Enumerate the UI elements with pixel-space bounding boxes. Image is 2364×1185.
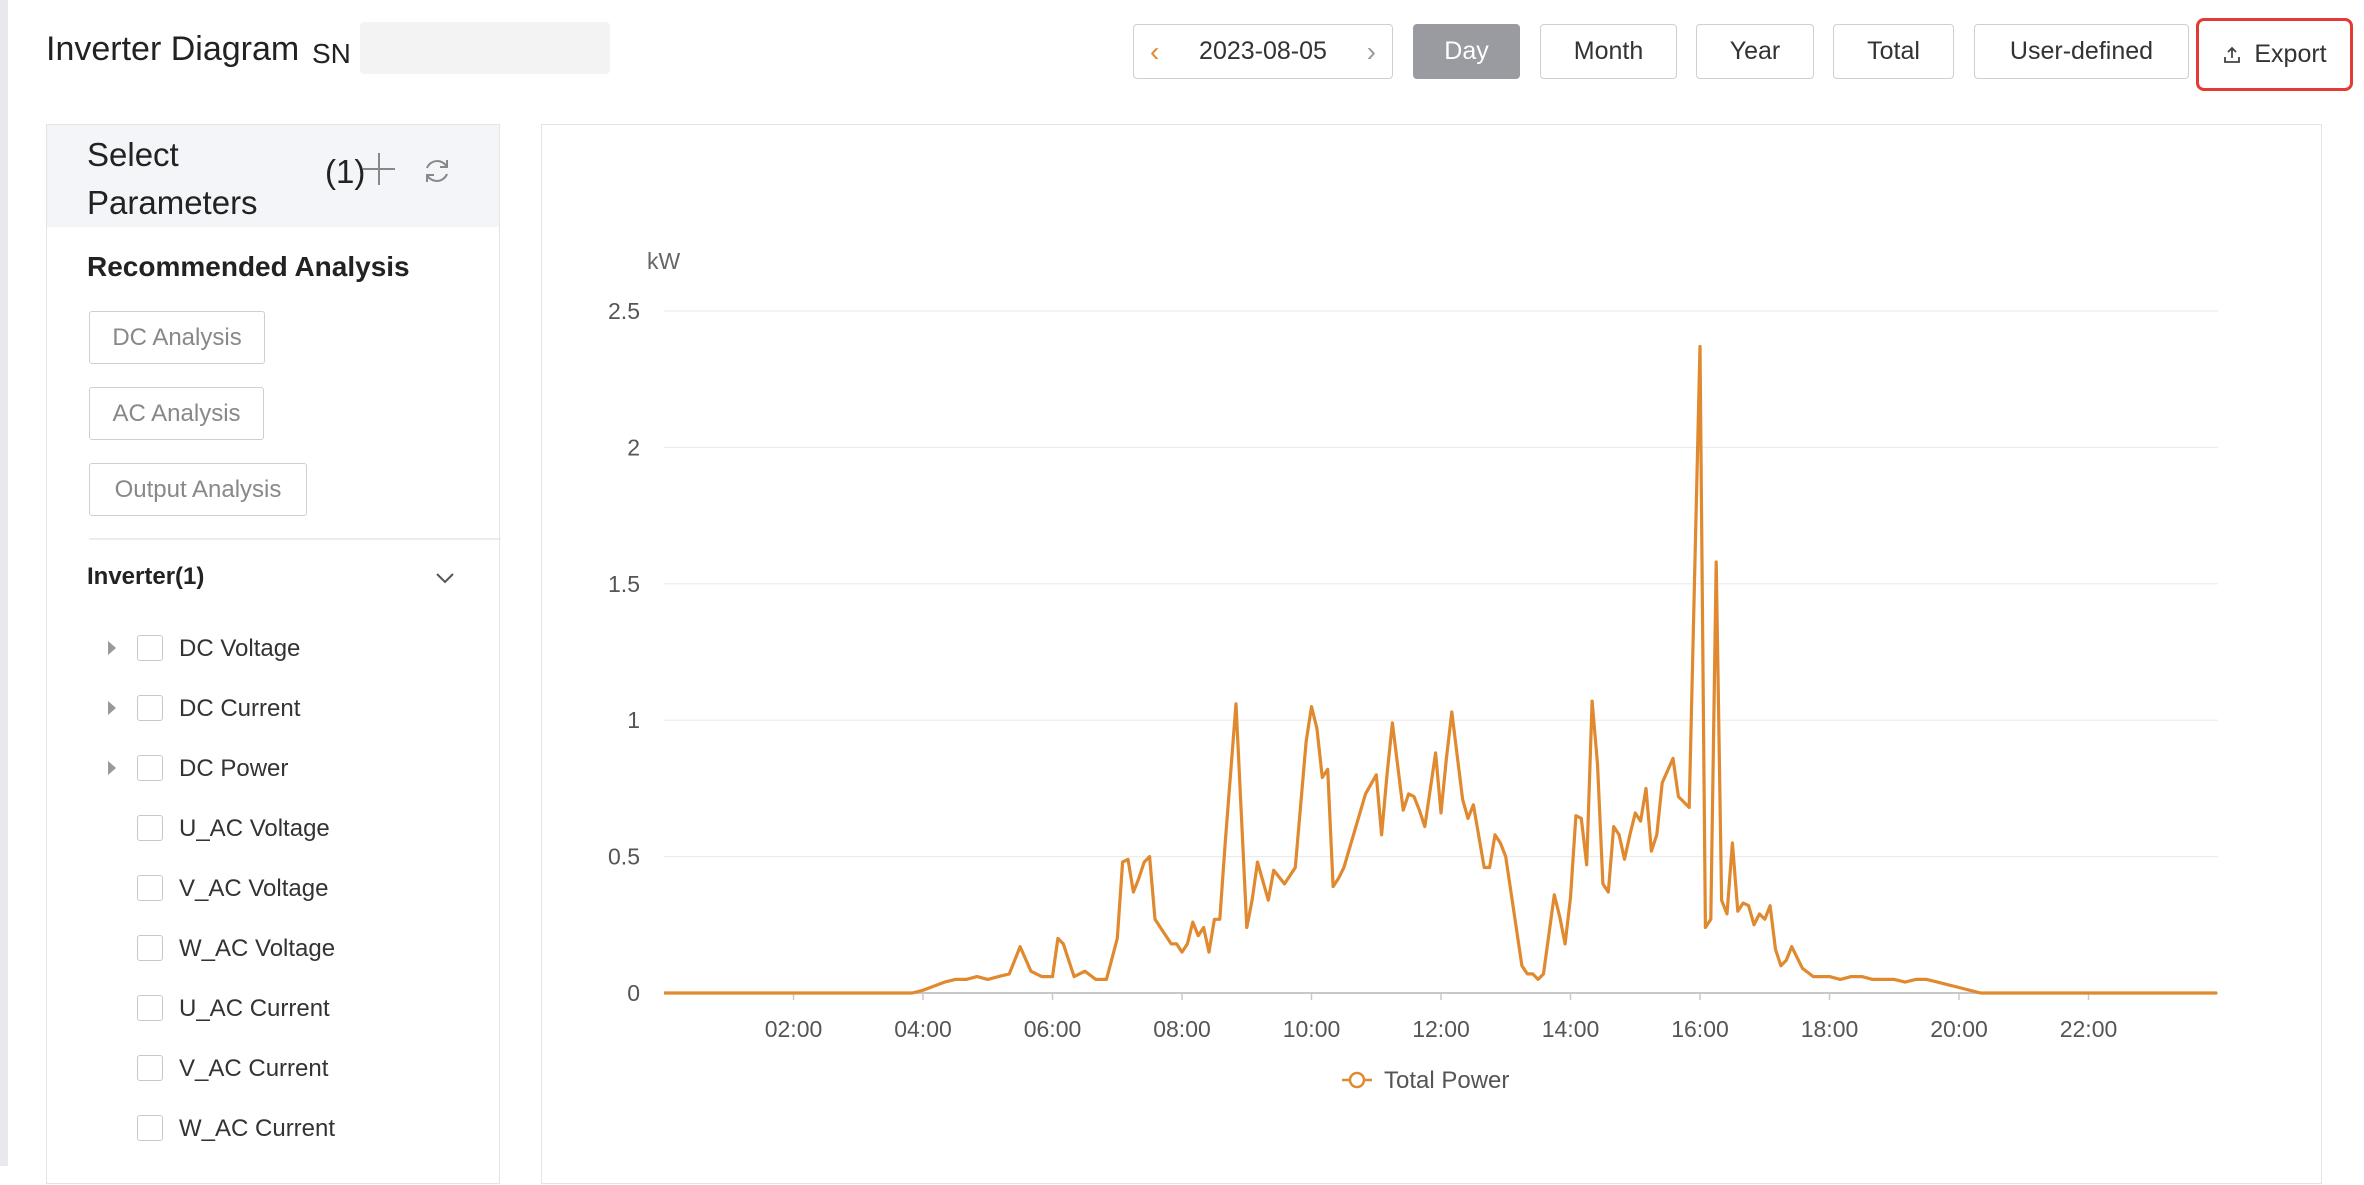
period-user-defined-button[interactable]: User-defined [1974,24,2189,79]
x-tick-label: 22:00 [2060,1016,2118,1042]
param-label: W_AC Current [179,1115,336,1142]
param-item-w-ac-voltage[interactable]: W_AC Voltage [47,929,501,969]
param-label: U_AC Voltage [179,815,330,842]
period-month-button[interactable]: Month [1540,24,1677,79]
legend-marker [1348,1071,1366,1089]
param-label: U_AC Current [179,995,330,1022]
output-analysis-button[interactable]: Output Analysis [89,463,307,516]
legend-label: Total Power [1384,1067,1509,1094]
x-tick-label: 14:00 [1542,1016,1600,1042]
parameter-panel-title: Select Parameters [87,136,258,221]
x-tick-label: 04:00 [894,1016,952,1042]
recommended-analysis-title: Recommended Analysis [87,251,410,282]
y-unit-label: kW [647,248,681,274]
chevron-down-icon[interactable] [435,571,455,590]
upload-icon [2222,45,2242,65]
checkbox[interactable] [137,695,163,721]
date-value[interactable]: 2023-08-05 [1188,37,1338,66]
parameter-panel-header: Select Parameters (1) [47,125,499,227]
checkbox[interactable] [137,815,163,841]
ac-analysis-button[interactable]: AC Analysis [89,387,264,440]
checkbox[interactable] [137,875,163,901]
y-tick-label: 1 [627,707,640,733]
checkbox[interactable] [137,1115,163,1141]
series-line-total-power [664,344,2217,995]
param-item-dc-voltage[interactable]: DC Voltage [47,629,501,669]
param-item-dc-power[interactable]: DC Power [47,749,501,789]
chevron-right-icon[interactable]: › [1367,37,1376,66]
period-day-button[interactable]: Day [1413,24,1520,79]
x-tick-label: 12:00 [1412,1016,1470,1042]
param-label: DC Power [179,755,289,782]
expand-arrow-icon[interactable] [108,761,116,775]
expand-arrow-icon[interactable] [108,641,116,655]
checkbox[interactable] [137,755,163,781]
param-item-w-ac-current[interactable]: W_AC Current [47,1109,501,1149]
export-label: Export [2254,40,2327,68]
power-line-chart[interactable]: kW 0 0.5 1 1.5 2 2.5 02:00 04:00 06:00 08:00 10:00 1… [542,125,2323,1185]
param-item-v-ac-voltage[interactable]: V_AC Voltage [47,869,501,909]
chevron-left-icon[interactable]: ‹ [1150,37,1159,66]
checkbox[interactable] [137,935,163,961]
add-icon[interactable] [359,149,399,194]
x-tick-label: 20:00 [1930,1016,1988,1042]
refresh-icon[interactable] [421,155,453,192]
param-label: V_AC Current [179,1055,329,1082]
x-tick-label: 10:00 [1283,1016,1341,1042]
period-year-button[interactable]: Year [1696,24,1814,79]
param-item-dc-current[interactable]: DC Current [47,689,501,729]
checkbox[interactable] [137,635,163,661]
checkbox[interactable] [137,1055,163,1081]
param-label: W_AC Voltage [179,935,336,962]
y-tick-label: 2 [627,434,640,460]
checkbox[interactable] [137,995,163,1021]
parameter-panel: Select Parameters (1) Recommended Analys… [46,124,501,1184]
param-label: V_AC Voltage [179,875,329,902]
period-total-button[interactable]: Total [1833,24,1954,79]
y-tick-label: 2.5 [608,298,640,324]
x-tick-label: 02:00 [765,1016,823,1042]
date-picker[interactable]: ‹ 2023-08-05 › [1133,24,1393,79]
export-button[interactable]: Export [2196,18,2353,91]
param-label: DC Voltage [179,635,301,662]
expand-arrow-icon[interactable] [108,701,116,715]
chart-panel: kW 0 0.5 1 1.5 2 2.5 02:00 04:00 06:00 08:00 10:00 1… [541,124,2322,1184]
serial-number-value [360,22,610,74]
x-tick-label: 08:00 [1153,1016,1211,1042]
serial-number-label: SN [312,38,351,69]
page-title: Inverter Diagram [46,30,300,68]
dc-analysis-button[interactable]: DC Analysis [89,311,265,364]
x-tick-label: 16:00 [1671,1016,1729,1042]
param-label: DC Current [179,695,301,722]
y-tick-label: 0.5 [608,844,640,870]
inverter-group-title[interactable]: Inverter(1) [87,563,204,591]
x-tick-label: 18:00 [1801,1016,1859,1042]
window-edge [0,0,8,1166]
y-tick-label: 0 [627,980,640,1006]
divider [89,538,501,540]
x-tick-label: 06:00 [1024,1016,1082,1042]
y-tick-label: 1.5 [608,571,640,597]
param-item-v-ac-current[interactable]: V_AC Current [47,1049,501,1089]
param-item-u-ac-voltage[interactable]: U_AC Voltage [47,809,501,849]
param-item-u-ac-current[interactable]: U_AC Current [47,989,501,1029]
